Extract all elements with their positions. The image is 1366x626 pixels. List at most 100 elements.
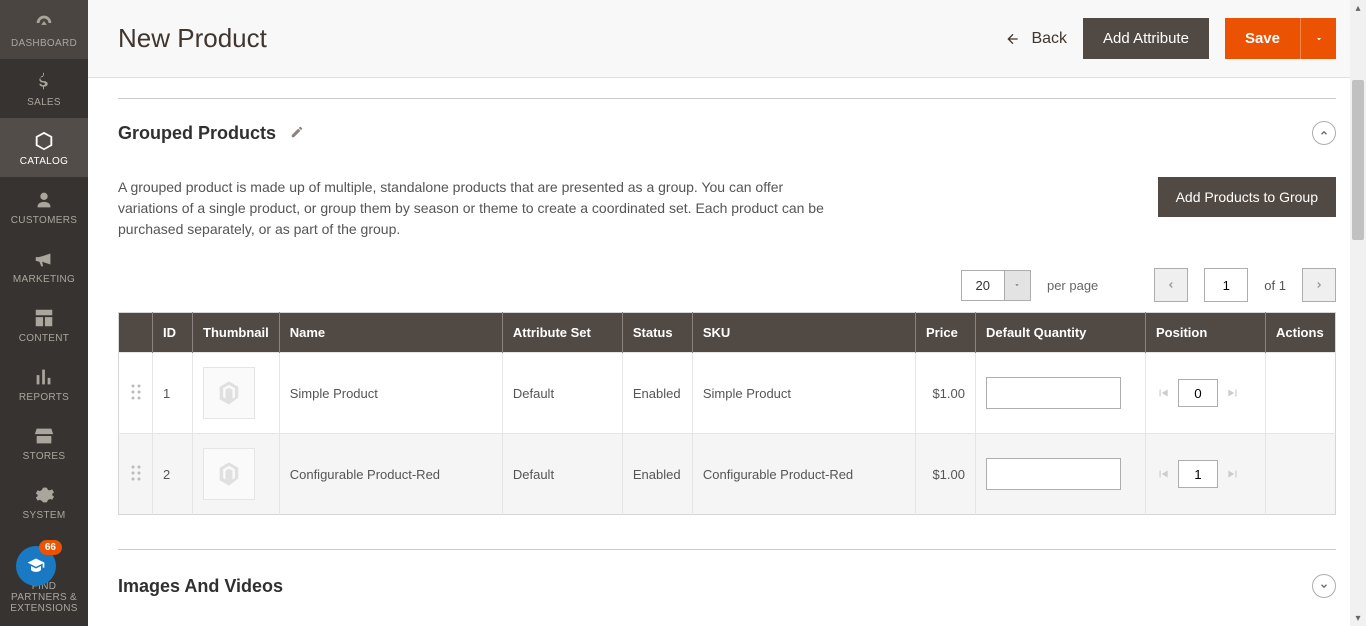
col-actions[interactable]: Actions [1266,313,1336,353]
col-attribute-set[interactable]: Attribute Set [502,313,622,353]
add-attribute-button[interactable]: Add Attribute [1083,18,1209,59]
back-button[interactable]: Back [1005,30,1067,48]
back-label: Back [1031,30,1067,48]
caret-down-icon [1013,281,1021,289]
cube-icon [33,130,55,152]
scrollbar-thumb[interactable] [1352,80,1364,240]
drag-handle[interactable] [119,434,153,515]
collapse-toggle-images[interactable] [1312,574,1336,598]
nav-sales[interactable]: SALES [0,59,88,118]
current-page-input[interactable] [1204,268,1248,302]
cell-status: Enabled [622,353,692,434]
cell-status: Enabled [622,434,692,515]
nav-marketing[interactable]: MARKETING [0,236,88,295]
cell-default-qty [976,353,1146,434]
store-icon [33,425,55,447]
col-position[interactable]: Position [1146,313,1266,353]
col-thumbnail[interactable]: Thumbnail [193,313,280,353]
nav-label: REPORTS [4,392,84,403]
chevron-right-icon [1314,280,1324,290]
admin-sidebar: DASHBOARD SALES CATALOG CUSTOMERS MARKET… [0,0,88,626]
magento-icon [215,460,243,488]
chevron-left-icon [1166,280,1176,290]
nav-label: MARKETING [4,274,84,285]
page-size-value: 20 [962,271,1004,300]
cell-thumbnail [193,434,280,515]
save-button[interactable]: Save [1225,18,1300,59]
cell-price: $1.00 [916,434,976,515]
default-qty-input[interactable] [986,458,1121,490]
edit-section-icon[interactable] [290,125,304,142]
next-page-button[interactable] [1302,268,1336,302]
cell-position [1146,434,1266,515]
content-scroll[interactable]: Grouped Products A grouped product is ma… [88,78,1366,626]
position-input[interactable] [1178,379,1218,407]
col-status[interactable]: Status [622,313,692,353]
window-scrollbar[interactable]: ▴ ▾ [1350,0,1366,626]
layout-icon [33,307,55,329]
chevron-down-icon [1319,581,1329,591]
skip-next-icon [1226,467,1240,481]
cell-position [1146,353,1266,434]
section-title: Grouped Products [118,123,276,144]
scroll-up-arrow[interactable]: ▴ [1350,0,1366,16]
grouped-products-table: ID Thumbnail Name Attribute Set Status S… [118,312,1336,515]
section-header-grouped: Grouped Products [118,99,1336,153]
save-button-group: Save [1225,18,1336,59]
position-to-bottom-button[interactable] [1226,386,1240,400]
page-header: New Product Back Add Attribute Save [88,0,1366,78]
skip-prev-icon [1156,386,1170,400]
skip-next-icon [1226,386,1240,400]
prev-page-button[interactable] [1154,268,1188,302]
position-to-top-button[interactable] [1156,467,1170,481]
collapse-toggle-grouped[interactable] [1312,121,1336,145]
grip-icon [131,384,141,400]
nav-label: SYSTEM [4,510,84,521]
main-area: New Product Back Add Attribute Save [88,0,1366,626]
nav-label: CUSTOMERS [4,215,84,226]
col-name[interactable]: Name [279,313,502,353]
pencil-icon [290,125,304,139]
nav-content[interactable]: CONTENT [0,295,88,354]
page-size-select[interactable]: 20 [961,270,1031,301]
nav-partners[interactable]: 66 FIND PARTNERS & EXTENSIONS [0,531,88,624]
table-row: 1 Simple Product Default Enabled Simple … [119,353,1336,434]
scroll-down-arrow[interactable]: ▾ [1350,610,1366,626]
col-price[interactable]: Price [916,313,976,353]
default-qty-input[interactable] [986,377,1121,409]
cell-thumbnail [193,353,280,434]
page-size-caret[interactable] [1004,271,1030,300]
add-products-to-group-button[interactable]: Add Products to Group [1158,177,1336,217]
position-input[interactable] [1178,460,1218,488]
drag-handle[interactable] [119,353,153,434]
page-title: New Product [118,23,267,54]
cell-sku: Simple Product [692,353,915,434]
nav-customers[interactable]: CUSTOMERS [0,177,88,236]
position-to-bottom-button[interactable] [1226,467,1240,481]
dollar-icon [33,71,55,93]
nav-system[interactable]: SYSTEM [0,472,88,531]
nav-label: SALES [4,97,84,108]
col-sku[interactable]: SKU [692,313,915,353]
nav-reports[interactable]: REPORTS [0,354,88,413]
nav-label: CATALOG [4,156,84,167]
per-page-label: per page [1047,278,1098,293]
nav-stores[interactable]: STORES [0,413,88,472]
header-actions: Back Add Attribute Save [1005,18,1336,59]
cell-price: $1.00 [916,353,976,434]
position-to-top-button[interactable] [1156,386,1170,400]
skip-prev-icon [1156,467,1170,481]
cell-id: 1 [153,353,193,434]
col-default-qty[interactable]: Default Quantity [976,313,1146,353]
gear-icon [33,484,55,506]
partners-badge[interactable]: 66 [16,546,56,586]
section-images-videos[interactable]: Images And Videos [118,549,1336,602]
col-id[interactable]: ID [153,313,193,353]
bars-icon [33,366,55,388]
save-dropdown-toggle[interactable] [1300,18,1336,59]
grid-toolbar: 20 per page of 1 [118,268,1336,302]
nav-catalog[interactable]: CATALOG [0,118,88,177]
cell-actions [1266,434,1336,515]
cell-name: Configurable Product-Red [279,434,502,515]
nav-dashboard[interactable]: DASHBOARD [0,0,88,59]
